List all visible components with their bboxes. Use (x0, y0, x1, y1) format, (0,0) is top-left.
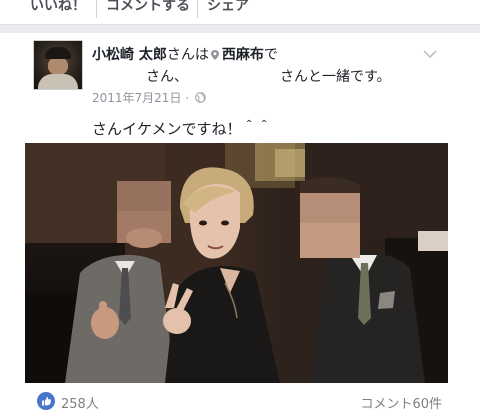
feed-divider (0, 25, 480, 33)
share-action-button[interactable]: シェア (207, 0, 249, 19)
location-pin-icon (210, 50, 219, 60)
comment-action-button[interactable]: コメントする (106, 0, 190, 19)
facebook-post-page: いいね！ コメントする シェア 小松崎 太郎さんは 西麻布で さん、 さんと一緒です… (0, 0, 480, 419)
globe-icon (195, 92, 206, 103)
thumbs-up-icon[interactable] (37, 392, 55, 410)
action-divider (96, 0, 97, 18)
post-action-bar: いいね！ コメントする シェア (0, 0, 480, 25)
comment-count[interactable]: コメント60件 (360, 393, 442, 412)
tagged-friends-line: さん、 さんと一緒です。 (92, 66, 391, 86)
tag-text-1: さん、 (146, 69, 188, 85)
post-timestamp-line: 2011年7月21日 · (92, 89, 206, 106)
chevron-down-icon[interactable] (422, 48, 438, 60)
post-header-line: 小松崎 太郎さんは 西麻布で (92, 44, 278, 64)
action-divider (197, 0, 198, 18)
location-link[interactable]: 西麻布 (222, 47, 264, 63)
post-footer: 258人 コメント60件 (0, 384, 480, 419)
like-action-button[interactable]: いいね！ (30, 0, 86, 19)
date-separator: · (185, 91, 190, 105)
post-date-link[interactable]: 2011年7月21日 (92, 91, 181, 105)
post-photo-image (25, 143, 448, 383)
post-message: さんイケメンですね！＾＾ (92, 120, 272, 138)
tag-text-2: さんと一緒です。 (280, 69, 391, 85)
author-suffix: さんは (166, 47, 209, 63)
post-photo[interactable] (25, 143, 448, 383)
like-count[interactable]: 258人 (61, 393, 99, 412)
location-suffix: で (263, 47, 278, 63)
author-avatar[interactable] (33, 40, 83, 90)
author-name-link[interactable]: 小松崎 太郎 (92, 47, 167, 63)
